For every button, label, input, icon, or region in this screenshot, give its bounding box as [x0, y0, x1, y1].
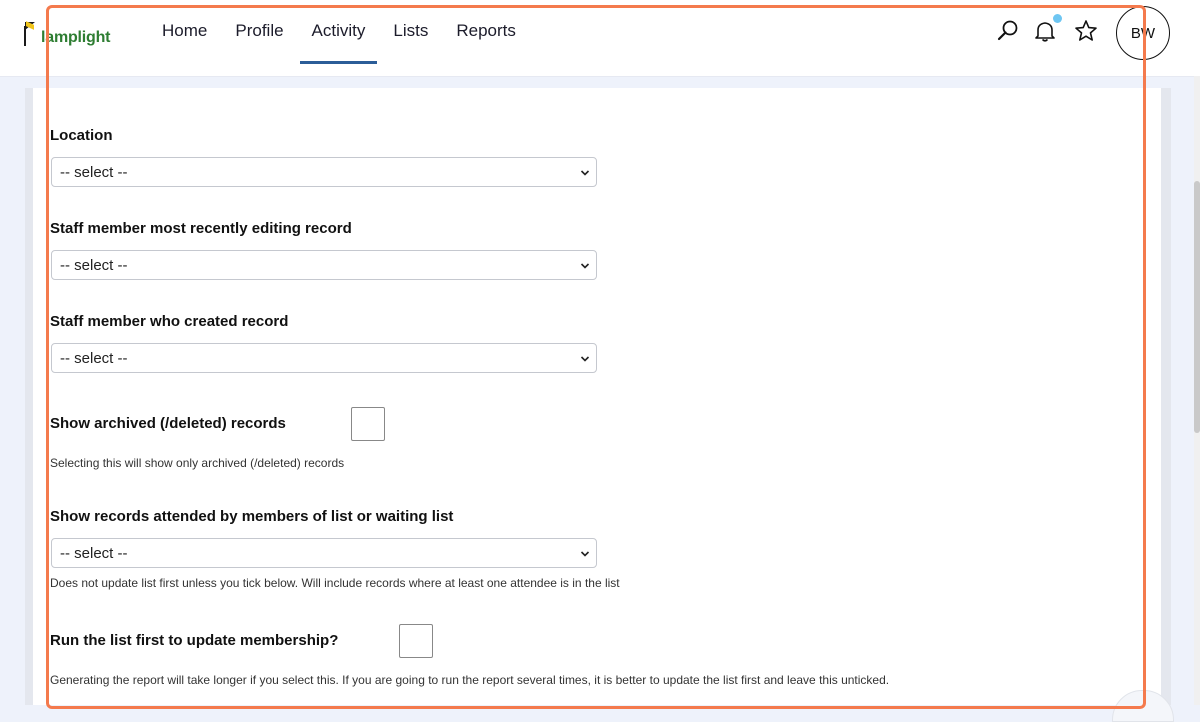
top-navigation-bar: lamplight Home Profile Activity Lists Re… — [0, 0, 1200, 77]
run-list-first-checkbox[interactable] — [399, 624, 433, 658]
nav-reports[interactable]: Reports — [456, 0, 516, 76]
chevron-down-icon — [580, 170, 590, 176]
favourite-star-icon[interactable] — [1073, 18, 1099, 44]
lamplight-logo[interactable]: lamplight — [22, 18, 111, 46]
run-list-first-help-text: Generating the report will take longer i… — [50, 673, 890, 687]
chevron-down-icon — [580, 263, 590, 269]
creator-select-value: -- select -- — [60, 350, 128, 367]
chevron-down-icon — [580, 551, 590, 557]
location-label: Location — [50, 127, 113, 144]
nav-home[interactable]: Home — [162, 0, 207, 76]
last-editor-select-value: -- select -- — [60, 257, 128, 274]
main-nav: Home Profile Activity Lists Reports — [162, 0, 544, 76]
nav-activity[interactable]: Activity — [299, 0, 378, 76]
user-avatar[interactable]: BW — [1116, 6, 1170, 60]
logo-text: lamplight — [41, 29, 111, 46]
archived-label: Show archived (/deleted) records — [50, 415, 286, 432]
creator-label: Staff member who created record — [50, 313, 289, 330]
location-select[interactable]: -- select -- — [51, 157, 597, 187]
nav-profile[interactable]: Profile — [235, 0, 283, 76]
scrollbar-thumb[interactable] — [1194, 181, 1200, 433]
filter-form-panel: Location -- select -- Staff member most … — [25, 88, 1171, 705]
attended-list-help-text: Does not update list first unless you ti… — [50, 576, 620, 590]
page-scrollbar[interactable] — [1194, 76, 1200, 705]
run-list-first-label: Run the list first to update membership? — [50, 632, 339, 649]
search-icon[interactable] — [995, 18, 1021, 44]
notification-dot — [1053, 14, 1062, 23]
last-editor-label: Staff member most recently editing recor… — [50, 220, 352, 237]
chevron-down-icon — [580, 356, 590, 362]
lamp-logo-icon — [22, 21, 38, 46]
location-select-value: -- select -- — [60, 164, 128, 181]
last-editor-select[interactable]: -- select -- — [51, 250, 597, 280]
attended-list-label: Show records attended by members of list… — [50, 508, 454, 525]
archived-checkbox[interactable] — [351, 407, 385, 441]
nav-lists[interactable]: Lists — [393, 0, 428, 76]
archived-help-text: Selecting this will show only archived (… — [50, 456, 345, 470]
creator-select[interactable]: -- select -- — [51, 343, 597, 373]
attended-list-select[interactable]: -- select -- — [51, 538, 597, 568]
attended-list-select-value: -- select -- — [60, 545, 128, 562]
